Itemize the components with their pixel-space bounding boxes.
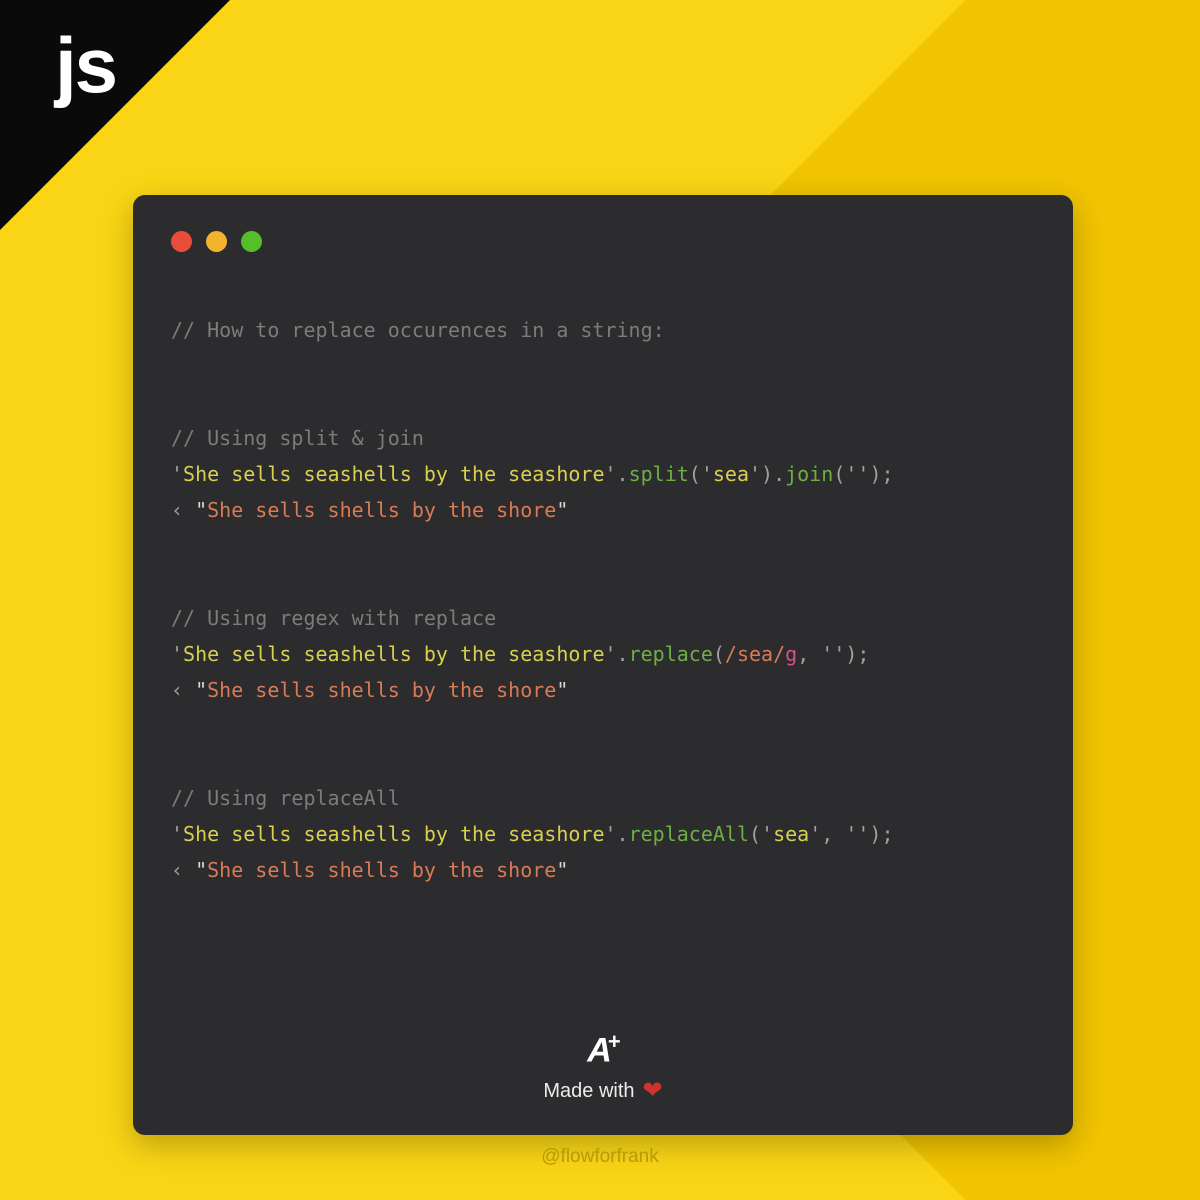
maximize-icon[interactable]: [241, 231, 262, 252]
code-block: // How to replace occurences in a string…: [171, 276, 1035, 924]
author-handle: @flowforfrank: [0, 1146, 1200, 1168]
comment-regex: // Using regex with replace: [171, 606, 496, 630]
js-corner-label: js: [55, 20, 116, 111]
comment-replace-all: // Using replaceAll: [171, 786, 400, 810]
code-line-split-join: 'She sells seashells by the seashore'.sp…: [171, 462, 894, 486]
code-terminal: // How to replace occurences in a string…: [133, 195, 1073, 1135]
terminal-footer: A+ Made with ❤: [133, 1024, 1073, 1109]
close-icon[interactable]: [171, 231, 192, 252]
code-line-regex: 'She sells seashells by the seashore'.re…: [171, 642, 869, 666]
footer-logo: A+: [133, 1024, 1073, 1068]
output-line-1: ‹ "She sells shells by the shore": [171, 498, 568, 522]
comment-split-join: // Using split & join: [171, 426, 424, 450]
heart-icon: ❤: [643, 1079, 663, 1103]
output-line-3: ‹ "She sells shells by the shore": [171, 858, 568, 882]
window-controls: [171, 231, 1035, 252]
minimize-icon[interactable]: [206, 231, 227, 252]
comment-title: // How to replace occurences in a string…: [171, 318, 665, 342]
made-with-label: Made with ❤: [543, 1073, 662, 1109]
output-line-2: ‹ "She sells shells by the shore": [171, 678, 568, 702]
code-line-replace-all: 'She sells seashells by the seashore'.re…: [171, 822, 894, 846]
